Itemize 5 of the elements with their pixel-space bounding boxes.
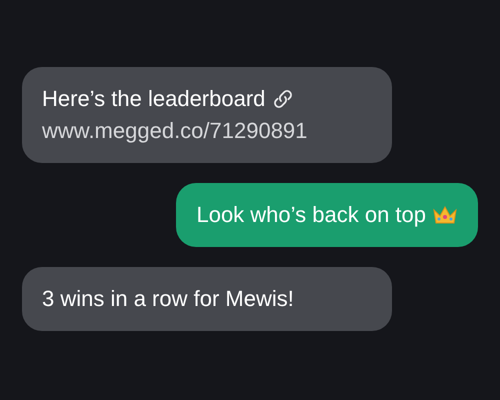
message-text: 3 wins in a row for Mewis! xyxy=(42,285,294,313)
message-text: Here’s the leaderboard xyxy=(42,85,266,113)
message-link[interactable]: www.megged.co/71290891 xyxy=(42,115,308,147)
message-text: Look who’s back on top xyxy=(196,201,426,229)
crown-icon xyxy=(432,204,458,226)
